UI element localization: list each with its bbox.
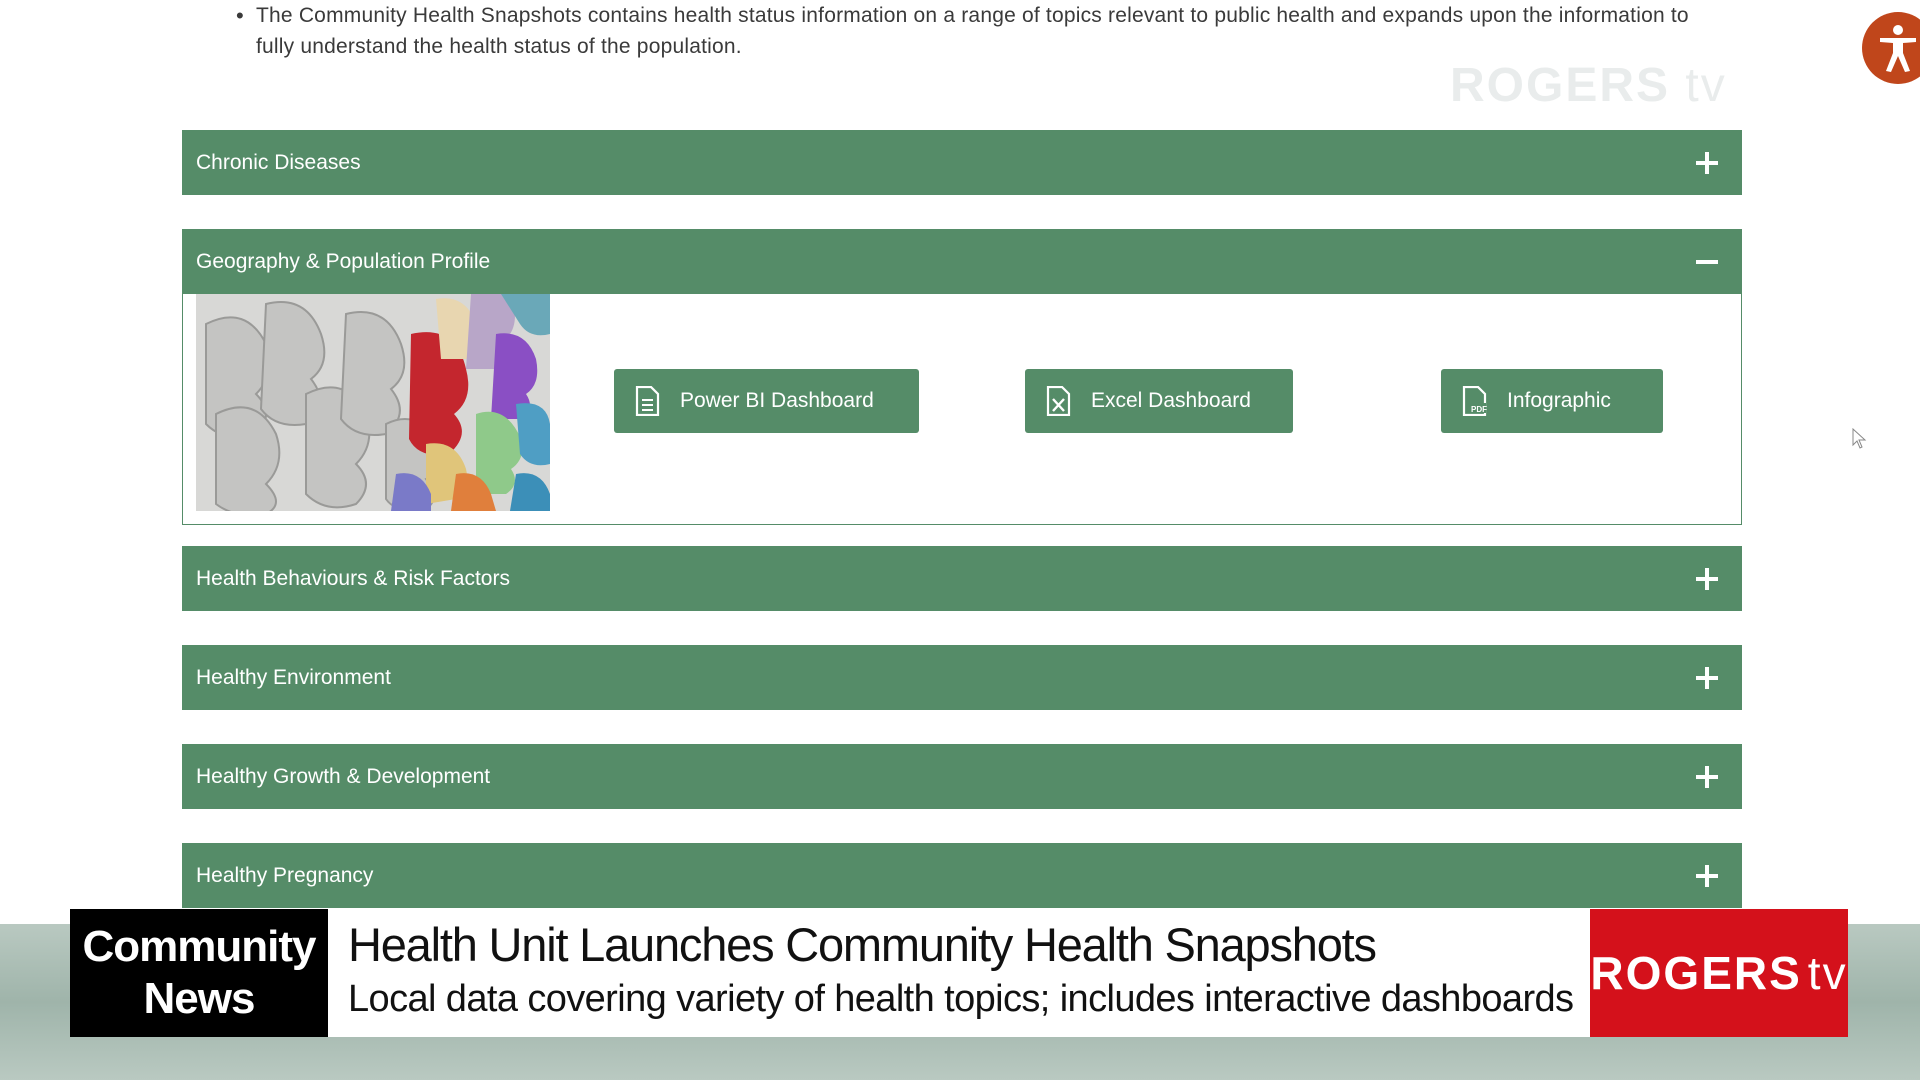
plus-icon[interactable] (1696, 864, 1718, 887)
plus-icon[interactable] (1696, 151, 1718, 174)
svg-text:PDF: PDF (1471, 405, 1487, 414)
pdf-file-icon: PDF (1462, 386, 1487, 416)
infographic-button[interactable]: PDF Infographic (1441, 369, 1663, 433)
mouse-cursor-icon (1852, 428, 1867, 449)
community-news-label: Community News (70, 909, 328, 1037)
button-label: Excel Dashboard (1091, 389, 1251, 412)
subheadline: Local data covering variety of health to… (348, 978, 1574, 1020)
accordion-healthy-environment: Healthy Environment (182, 645, 1742, 710)
button-label: Power BI Dashboard (680, 389, 874, 412)
lower-third-banner: Community News Health Unit Launches Comm… (70, 909, 1848, 1037)
document-icon (635, 386, 660, 416)
accordion-header[interactable]: Geography & Population Profile (182, 229, 1742, 294)
excel-dashboard-button[interactable]: Excel Dashboard (1025, 369, 1293, 433)
button-label: Infographic (1507, 389, 1611, 412)
accordion-header[interactable]: Healthy Pregnancy (182, 843, 1742, 908)
plus-icon[interactable] (1696, 567, 1718, 590)
crumpled-paper-faces-image (196, 294, 550, 511)
headline: Health Unit Launches Community Health Sn… (348, 918, 1377, 971)
intro-paragraph: • The Community Health Snapshots contain… (236, 0, 1726, 62)
accordion-panel: Power BI Dashboard Excel Dashboard PDF I… (182, 294, 1742, 525)
accordion-title: Geography & Population Profile (196, 249, 491, 273)
accordion-header[interactable]: Chronic Diseases (182, 130, 1742, 195)
accordion-title: Chronic Diseases (196, 150, 361, 174)
plus-icon[interactable] (1696, 666, 1718, 689)
accordion-title: Healthy Growth & Development (196, 764, 491, 788)
accordion-header[interactable]: Healthy Growth & Development (182, 744, 1742, 809)
excel-file-icon (1046, 386, 1071, 416)
rogers-tv-logo: ROGERS tv (1590, 909, 1848, 1037)
accordion-geography-population: Geography & Population Profile Power BI … (182, 229, 1742, 525)
rogers-watermark: ROGERS tv (1450, 59, 1727, 112)
accordion-health-behaviours: Health Behaviours & Risk Factors (182, 546, 1742, 611)
news-caption: Health Unit Launches Community Health Sn… (328, 909, 1590, 1037)
accessibility-button[interactable] (1862, 12, 1920, 84)
minus-icon[interactable] (1696, 251, 1718, 273)
accordion-title: Healthy Environment (196, 665, 391, 689)
accordion-header[interactable]: Healthy Environment (182, 645, 1742, 710)
accordion-healthy-growth: Healthy Growth & Development (182, 744, 1742, 809)
intro-text: The Community Health Snapshots contains … (256, 4, 1689, 58)
bullet: • (236, 3, 244, 28)
accordion-healthy-pregnancy: Healthy Pregnancy (182, 843, 1742, 908)
plus-icon[interactable] (1696, 765, 1718, 788)
accordion-chronic-diseases: Chronic Diseases (182, 130, 1742, 195)
accordion-title: Healthy Pregnancy (196, 863, 374, 887)
accordion-header[interactable]: Health Behaviours & Risk Factors (182, 546, 1742, 611)
accordion-title: Health Behaviours & Risk Factors (196, 566, 510, 590)
power-bi-dashboard-button[interactable]: Power BI Dashboard (614, 369, 919, 433)
accessibility-icon (1880, 25, 1916, 72)
